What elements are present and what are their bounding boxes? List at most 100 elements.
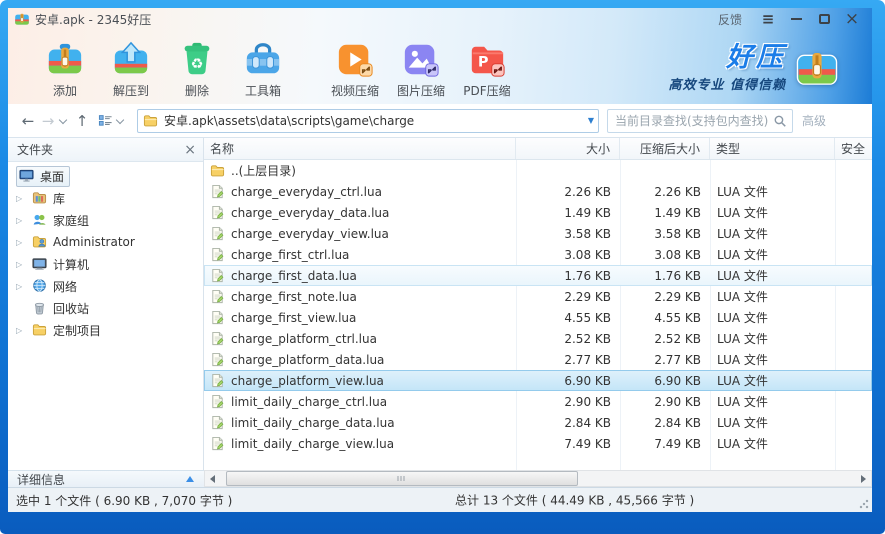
homegroup-icon [32, 212, 49, 228]
file-row[interactable]: charge_everyday_data.lua 1.49 KB 1.49 KB LU… [204, 202, 872, 223]
column-header-size[interactable]: 大小 [516, 138, 620, 159]
sidebar-item-network[interactable]: ▷ 网络 [8, 275, 203, 297]
toolbar-button-extract-to[interactable]: 解压到 [98, 37, 164, 99]
file-packed-size: 2.52 KB [654, 331, 701, 346]
file-name: limit_daily_charge_ctrl.lua [231, 394, 388, 409]
address-dropdown-icon[interactable]: ▼ [588, 116, 594, 125]
scrollbar-thumb[interactable] [226, 471, 578, 486]
file-row[interactable]: charge_platform_data.lua 2.77 KB 2.77 KB LU… [204, 349, 872, 370]
sidebar-item-administrator[interactable]: ▷ Administrator [8, 231, 203, 253]
expand-arrow-icon[interactable]: ▷ [16, 194, 29, 203]
file-size: 2.29 KB [564, 289, 611, 304]
collapse-up-icon [186, 476, 194, 482]
folder-panel-close-icon[interactable]: × [184, 142, 196, 158]
close-button[interactable]: × [840, 10, 864, 28]
library-icon [32, 190, 49, 206]
column-header-packed-size[interactable]: 压缩后大小 [620, 138, 710, 159]
scroll-left-arrow[interactable] [205, 471, 220, 486]
search-icon[interactable] [773, 114, 787, 128]
file-type: LUA 文件 [717, 374, 768, 388]
file-row[interactable]: limit_daily_charge_view.lua 7.49 KB 7.49 K… [204, 433, 872, 454]
view-dropdown-icon[interactable] [115, 115, 125, 124]
scroll-right-arrow[interactable] [856, 471, 871, 486]
file-row[interactable]: charge_everyday_view.lua 3.58 KB 3.58 KB LU… [204, 223, 872, 244]
window-content: 安卓.apk - 2345好压 反馈 ≡ × 添加 解压到 ♻ 删除 工具箱 视频压缩 图片… [8, 8, 872, 512]
toolbar-button-label: 视频压缩 [330, 84, 379, 98]
expand-arrow-icon[interactable]: ▷ [16, 260, 29, 269]
lua-file-icon [210, 331, 226, 347]
expand-arrow-icon[interactable]: ▷ [16, 282, 29, 291]
minimize-icon [790, 18, 802, 20]
file-name: charge_platform_view.lua [231, 373, 384, 388]
horizontal-scrollbar[interactable] [204, 470, 872, 487]
file-name: charge_first_note.lua [231, 289, 357, 304]
sidebar-item-computer[interactable]: ▷ 计算机 [8, 253, 203, 275]
expand-arrow-icon[interactable]: ▷ [16, 216, 29, 225]
brand-name: 好压 [726, 41, 786, 73]
view-mode-button[interactable] [98, 113, 113, 128]
toolbar-button-delete[interactable]: ♻ 删除 [164, 37, 230, 99]
file-row[interactable]: charge_first_ctrl.lua 3.08 KB 3.08 KB LUA 文… [204, 244, 872, 265]
file-size: 2.26 KB [564, 184, 611, 199]
sidebar-item-desktop[interactable]: 桌面 [8, 165, 203, 187]
file-size: 4.55 KB [564, 310, 611, 325]
window-controls: 反馈 ≡ × [718, 10, 864, 28]
recycle-bin-icon [32, 300, 49, 316]
file-row[interactable]: charge_first_view.lua 4.55 KB 4.55 KB LUA 文… [204, 307, 872, 328]
details-toggle[interactable]: 详细信息 [8, 470, 204, 487]
file-row[interactable]: charge_everyday_ctrl.lua 2.26 KB 2.26 KB LU… [204, 181, 872, 202]
column-header-security[interactable]: 安全 [835, 138, 872, 159]
file-name: charge_everyday_data.lua [231, 205, 390, 220]
file-row[interactable]: charge_first_data.lua 1.76 KB 1.76 KB LUA 文… [204, 265, 872, 286]
file-packed-size: 2.26 KB [654, 184, 701, 199]
toolbar-button-label: 图片压缩 [396, 84, 445, 98]
maximize-button[interactable] [812, 10, 836, 28]
sidebar-item-custom-items[interactable]: ▷ 定制项目 [8, 319, 203, 341]
file-size: 3.08 KB [564, 247, 611, 262]
sidebar-item-libraries[interactable]: ▷ 库 [8, 187, 203, 209]
parent-dir-row[interactable]: ..(上层目录) [204, 160, 872, 181]
bottom-strip: 详细信息 [8, 470, 872, 487]
toolbar-button-image-compress[interactable]: 图片压缩 [388, 37, 454, 99]
file-row[interactable]: charge_platform_ctrl.lua 2.52 KB 2.52 KB LU… [204, 328, 872, 349]
file-row[interactable]: charge_first_note.lua 2.29 KB 2.29 KB LUA 文… [204, 286, 872, 307]
toolbar-button-label: PDF压缩 [463, 84, 511, 98]
toolbar-button-toolbox[interactable]: 工具箱 [230, 37, 296, 99]
file-size: 2.52 KB [564, 331, 611, 346]
app-icon [14, 11, 30, 27]
haozip-logo-icon [794, 45, 840, 91]
top-chrome: 安卓.apk - 2345好压 反馈 ≡ × 添加 解压到 ♻ 删除 工具箱 视频压缩 图片… [8, 8, 872, 104]
search-box[interactable]: 当前目录查找(支持包内查找) [607, 108, 793, 133]
forward-button[interactable]: → [38, 112, 58, 130]
address-bar[interactable]: 安卓.apk\assets\data\scripts\game\charge ▼ [137, 108, 599, 133]
toolbar-button-add[interactable]: 添加 [32, 37, 98, 99]
sidebar-item-homegroup[interactable]: ▷ 家庭组 [8, 209, 203, 231]
sidebar-item-recycle-bin[interactable]: 回收站 [8, 297, 203, 319]
minimize-button[interactable] [784, 10, 808, 28]
video-compress-icon [336, 40, 374, 80]
file-packed-size: 6.90 KB [654, 373, 701, 388]
folder-panel: 文件夹 × 桌面 ▷ 库 ▷ 家庭组 ▷ Administrator ▷ 计算机 ▷ 网络 回收站 ▷ 定… [8, 138, 203, 470]
back-button[interactable]: ← [18, 112, 38, 130]
history-dropdown-icon[interactable] [58, 115, 68, 124]
column-header-type[interactable]: 类型 [710, 138, 835, 159]
file-row[interactable]: charge_platform_view.lua 6.90 KB 6.90 KB LU… [204, 370, 872, 391]
menu-button[interactable]: ≡ [756, 10, 780, 28]
toolbar-button-pdf-compress[interactable]: P PDF压缩 [454, 37, 520, 99]
file-packed-size: 7.49 KB [654, 436, 701, 451]
toolbar-button-video-compress[interactable]: 视频压缩 [322, 37, 388, 99]
brand-text: 好压 高效专业 值得信赖 [668, 44, 786, 93]
file-size: 1.76 KB [564, 268, 611, 283]
expand-arrow-icon[interactable]: ▷ [16, 238, 29, 247]
brand-slogan: 高效专业 值得信赖 [668, 77, 786, 93]
toolbar-button-label: 工具箱 [244, 84, 281, 98]
file-row[interactable]: limit_daily_charge_ctrl.lua 2.90 KB 2.90 K… [204, 391, 872, 412]
feedback-link[interactable]: 反馈 [718, 11, 742, 28]
sidebar-item-label: 计算机 [53, 257, 90, 272]
resize-grip[interactable] [859, 499, 869, 509]
up-button[interactable]: ↑ [72, 112, 92, 130]
expand-arrow-icon[interactable]: ▷ [16, 326, 29, 335]
file-row[interactable]: limit_daily_charge_data.lua 2.84 KB 2.84 K… [204, 412, 872, 433]
advanced-search-link[interactable]: 高级 [802, 112, 826, 129]
column-header-name[interactable]: 名称 [204, 138, 516, 159]
